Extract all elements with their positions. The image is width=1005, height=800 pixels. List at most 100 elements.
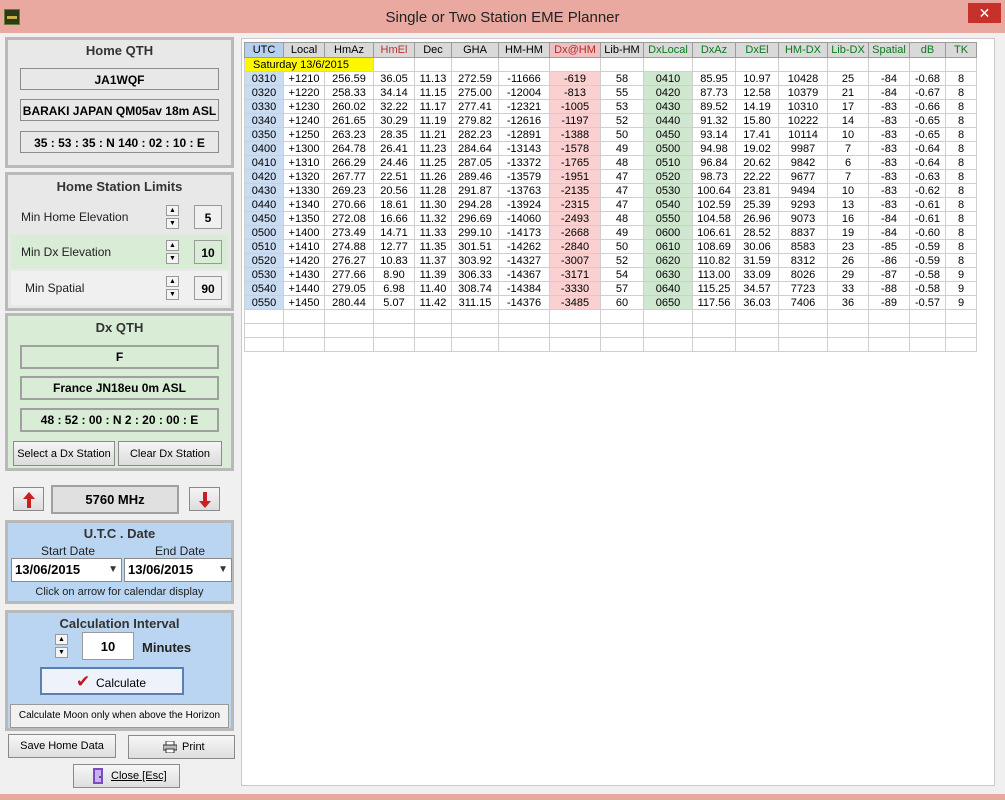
table-cell [945,309,977,324]
table-cell: 22.51 [373,169,415,184]
column-header[interactable]: HmEl [373,42,415,58]
table-row[interactable]: 0550 +1450 280.44 5.07 11.42 311.15 -14376 -348… [244,295,977,310]
table-row[interactable]: 0430 +1330 269.23 20.56 11.28 291.87 -13763 -21… [244,183,977,198]
table-cell: -0.66 [909,99,946,114]
print-button[interactable]: Print [128,735,235,759]
interval-input[interactable]: 10 [82,632,134,660]
column-header[interactable]: TK [945,42,977,58]
column-header[interactable]: DxAz [692,42,736,58]
column-header[interactable]: Lib-HM [600,42,644,58]
column-header[interactable]: DxLocal [643,42,693,58]
clear-dx-station-button[interactable]: Clear Dx Station [118,441,222,466]
save-home-data-button[interactable]: Save Home Data [8,734,116,758]
spin-up-icon[interactable]: ▲ [166,205,179,216]
select-dx-station-button[interactable]: Select a Dx Station [13,441,115,466]
table-cell: -0.64 [909,155,946,170]
spin-down-icon[interactable]: ▼ [166,253,179,264]
start-date-picker[interactable]: 13/06/2015 ▼ [11,558,122,582]
table-cell [692,337,736,352]
column-header[interactable]: Spatial [868,42,910,58]
chevron-down-icon[interactable]: ▼ [108,559,118,581]
table-row[interactable]: 0440 +1340 270.66 18.61 11.30 294.28 -13924 -23… [244,197,977,212]
min-spatial-spinner[interactable]: ▲ ▼ [166,276,179,300]
table-row[interactable]: 0420 +1320 267.77 22.51 11.26 289.46 -13579 -19… [244,169,977,184]
spin-down-icon[interactable]: ▼ [55,647,68,658]
table-row[interactable]: 0450 +1350 272.08 16.66 11.32 296.69 -14060 -24… [244,211,977,226]
table-cell [827,323,869,338]
frequency-up-button[interactable] [13,487,44,511]
table-cell: 11.28 [414,183,452,198]
interval-unit: Minutes [142,640,192,655]
min-spatial-value[interactable]: 90 [194,276,222,300]
close-button[interactable]: Close [Esc] [73,764,180,788]
table-cell: 8 [945,141,977,156]
table-cell: -14060 [498,211,550,226]
table-cell: 270.66 [324,197,374,212]
column-header[interactable]: Local [283,42,325,58]
table-cell: 279.05 [324,281,374,296]
table-row[interactable]: 0330 +1230 260.02 32.22 11.17 277.41 -12321 -10… [244,99,977,114]
chevron-down-icon[interactable]: ▼ [218,559,228,581]
spin-down-icon[interactable]: ▼ [166,218,179,229]
table-cell [692,309,736,324]
table-cell: -0.68 [909,71,946,86]
table-cell: 25 [827,71,869,86]
table-row[interactable]: 0520 +1420 276.27 10.83 11.37 303.92 -14327 -30… [244,253,977,268]
table-cell: -0.62 [909,183,946,198]
column-header[interactable]: Dec [414,42,452,58]
frequency-down-button[interactable] [189,487,220,511]
table-cell: -14173 [498,225,550,240]
table-cell: +1310 [283,155,325,170]
calculate-button[interactable]: ✔ Calculate [40,667,184,695]
spin-down-icon[interactable]: ▼ [166,289,179,300]
table-row[interactable]: 0540 +1440 279.05 6.98 11.40 308.74 -14384 -333… [244,281,977,296]
dx-elevation-spinner[interactable]: ▲ ▼ [166,240,179,264]
column-header[interactable]: dB [909,42,946,58]
table-cell: -83 [868,141,910,156]
utc-date-title: U.T.C . Date [83,526,156,541]
table-row[interactable]: 0530 +1430 277.66 8.90 11.39 306.33 -14367 -317… [244,267,977,282]
table-row[interactable]: 0410 +1310 266.29 24.46 11.25 287.05 -13372 -17… [244,155,977,170]
interval-spinner[interactable]: ▲ ▼ [55,634,68,658]
column-header[interactable]: HM-DX [778,42,828,58]
end-date-picker[interactable]: 13/06/2015 ▼ [124,558,232,582]
home-elevation-value[interactable]: 5 [194,205,222,229]
column-header[interactable]: DxEl [735,42,779,58]
column-header[interactable]: UTC [244,42,284,58]
close-label: Close [Esc] [111,770,167,782]
table-cell [244,323,284,338]
table-row[interactable]: 0340 +1240 261.65 30.29 11.19 279.82 -12616 -11… [244,113,977,128]
column-header[interactable]: Dx@HM [549,42,601,58]
table-cell: -13579 [498,169,550,184]
table-row[interactable]: 0350 +1250 263.23 28.35 11.21 282.23 -12891 -13… [244,127,977,142]
home-elevation-spinner[interactable]: ▲ ▼ [166,205,179,229]
dx-elevation-value[interactable]: 10 [194,240,222,264]
table-cell: -0.61 [909,211,946,226]
window-close-button[interactable]: ✕ [968,3,1001,23]
spin-up-icon[interactable]: ▲ [166,276,179,287]
spin-up-icon[interactable]: ▲ [55,634,68,645]
table-cell: 12.77 [373,239,415,254]
table-cell: 8 [945,99,977,114]
table-row[interactable]: 0510 +1410 274.88 12.77 11.35 301.51 -14262 -28… [244,239,977,254]
table-cell: 14.19 [735,99,779,114]
table-cell: 12.58 [735,85,779,100]
table-cell: +1430 [283,267,325,282]
table-cell: 0430 [643,99,693,114]
table-row[interactable]: 0400 +1300 264.78 26.41 11.23 284.64 -13143 -15… [244,141,977,156]
table-row[interactable]: 0500 +1400 273.49 14.71 11.33 299.10 -14173 -26… [244,225,977,240]
spin-up-icon[interactable]: ▲ [166,240,179,251]
table-cell: +1230 [283,99,325,114]
column-header[interactable]: HM-HM [498,42,550,58]
calculate-above-horizon-button[interactable]: Calculate Moon only when above the Horiz… [10,704,229,728]
table-cell: 17 [827,99,869,114]
column-header[interactable]: Lib-DX [827,42,869,58]
column-header[interactable]: GHA [451,42,499,58]
table-header-row: UTC Local HmAz HmEl Dec GHA HM-HM Dx@HM Lib-HM Dx… [244,42,977,58]
table-cell: -1197 [549,113,601,128]
table-cell [778,323,828,338]
table-row[interactable]: 0320 +1220 258.33 34.14 11.15 275.00 -12004 -81… [244,85,977,100]
table-row[interactable]: 0310 +1210 256.59 36.05 11.13 272.59 -11666 -61… [244,71,977,86]
column-header[interactable]: HmAz [324,42,374,58]
table-cell: 94.98 [692,141,736,156]
